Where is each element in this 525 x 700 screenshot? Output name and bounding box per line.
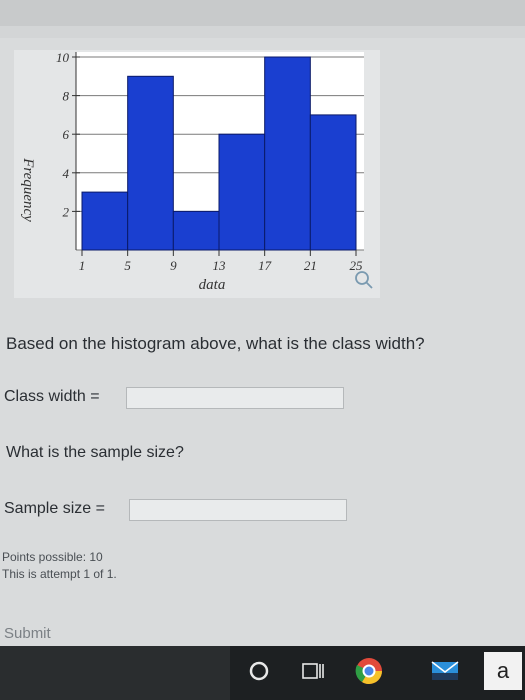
y-tick-label-8: 8	[63, 89, 70, 104]
histogram-bar-4	[218, 133, 266, 251]
histogram-bar-3	[172, 210, 220, 251]
taskbar: a	[0, 646, 525, 700]
task-view-icon[interactable]	[296, 654, 330, 688]
attempt-text: This is attempt 1 of 1.	[2, 567, 117, 581]
x-tick-label-25: 25	[350, 258, 364, 273]
question-sample-size: What is the sample size?	[6, 444, 184, 461]
taskbar-search-area[interactable]	[0, 646, 230, 700]
points-possible-text: Points possible: 10	[2, 550, 103, 564]
histogram-bar-6	[309, 114, 357, 251]
class-width-label: Class width =	[4, 388, 100, 405]
amazon-icon[interactable]: a	[484, 652, 522, 690]
amazon-letter: a	[496, 658, 510, 683]
sample-size-input[interactable]	[129, 499, 347, 521]
x-tick-label-1: 1	[79, 258, 86, 273]
x-axis-label: data	[199, 277, 226, 293]
class-width-input[interactable]	[126, 387, 344, 409]
x-tick-label-5: 5	[124, 258, 131, 273]
cortana-circle-icon[interactable]	[242, 654, 276, 688]
sample-size-label: Sample size =	[4, 500, 105, 517]
x-tick-label-13: 13	[213, 258, 227, 273]
question-class-width: Based on the histogram above, what is th…	[6, 334, 425, 353]
histogram-bar-2	[127, 75, 174, 251]
y-tick-label-6: 6	[63, 127, 70, 142]
page-top-band	[0, 26, 525, 38]
histogram-bar-5	[264, 56, 311, 251]
histogram-bar-1	[81, 191, 129, 251]
x-tick-label-17: 17	[258, 258, 272, 273]
mail-icon[interactable]	[428, 654, 462, 688]
y-tick-label-10: 10	[56, 50, 70, 65]
chrome-icon[interactable]	[352, 654, 386, 688]
browser-top-strip	[0, 0, 525, 27]
y-tick-label-4: 4	[63, 166, 70, 181]
y-tick-label-2: 2	[63, 204, 70, 219]
histogram-chart: 2 4 6 8 10 1 5 9 13 17 21 25 Frequency data	[14, 50, 380, 298]
x-tick-label-9: 9	[170, 258, 177, 273]
submit-button[interactable]: Submit	[4, 625, 51, 642]
y-axis-label: Frequency	[20, 157, 36, 222]
x-tick-label-21: 21	[304, 258, 317, 273]
